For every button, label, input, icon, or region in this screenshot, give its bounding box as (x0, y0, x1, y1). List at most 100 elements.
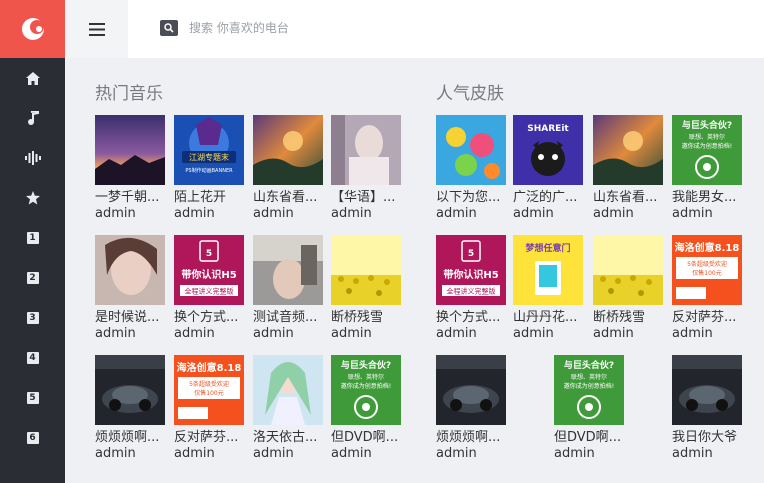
card-title[interactable]: 山东省看... (253, 189, 325, 206)
card-title[interactable]: 山丹丹花... (513, 309, 585, 326)
thumbnail-image[interactable] (253, 235, 323, 305)
station-card[interactable]: 山东省看... admin (593, 115, 663, 227)
thumbnail-image[interactable]: SHAREit (513, 115, 583, 185)
station-card[interactable]: 【华语】... admin (331, 115, 401, 227)
station-card[interactable]: SHAREit 广泛的广... admin (513, 115, 583, 227)
sidebar-item-channel-4[interactable]: 4 (0, 338, 65, 378)
thumbnail-image[interactable]: 与巨头合伙? 联想、英特尔 邀你成为创意拍档! (554, 355, 624, 425)
card-title[interactable]: 广泛的广... (513, 189, 585, 206)
card-author: admin (436, 446, 477, 461)
search-icon[interactable] (160, 20, 178, 36)
station-card[interactable]: 与巨头合伙? 联想、英特尔 邀你成为创意拍档! 我能男女... admin (672, 115, 742, 227)
svg-text:全程讲义完整版: 全程讲义完整版 (447, 287, 496, 296)
station-card[interactable]: 5 带你认识H5 全程讲义完整版换个方式... admin (436, 235, 506, 347)
svg-text:与巨头合伙?: 与巨头合伙? (564, 359, 614, 371)
station-card[interactable]: 江湖专题末 PS制作动画BANNER 陌上花开 admin (174, 115, 244, 227)
sidebar-item-channel-6[interactable]: 6 (0, 418, 65, 458)
logo-icon (21, 18, 44, 40)
station-card[interactable]: 我日你大爷 admin (672, 355, 742, 467)
thumbnail-image[interactable] (95, 115, 165, 185)
sidebar-item-star[interactable] (0, 178, 65, 218)
card-title[interactable]: 是时候说... (95, 309, 167, 326)
card-title[interactable]: 反对萨芬... (672, 309, 744, 326)
thumbnail-image[interactable] (593, 235, 663, 305)
card-title[interactable]: 断桥残雪 (331, 309, 403, 326)
thumbnail-image[interactable]: 海洛创意8.18 5条超级受欢迎 仅售100元 (174, 355, 244, 425)
station-card[interactable]: 洛天依古... admin (253, 355, 323, 467)
thumbnail-image[interactable]: 5 带你认识H5 全程讲义完整版 (174, 235, 244, 305)
station-card[interactable]: 是时候说... admin (95, 235, 165, 347)
search-input[interactable] (189, 17, 489, 39)
thumbnail-image[interactable] (95, 355, 165, 425)
card-author: admin (436, 326, 477, 341)
thumbnail-image[interactable] (331, 235, 401, 305)
thumbnail-image[interactable] (253, 115, 323, 185)
sidebar-item-channel-2[interactable]: 2 (0, 258, 65, 298)
station-card[interactable]: 海洛创意8.18 5条超级受欢迎 仅售100元 反对萨芬... admin (672, 235, 742, 347)
card-title[interactable]: 洛天依古... (253, 429, 325, 446)
svg-text:梦想任意门: 梦想任意门 (525, 242, 570, 254)
station-card[interactable]: 5 带你认识H5 全程讲义完整版换个方式... admin (174, 235, 244, 347)
svg-text:与巨头合伙?: 与巨头合伙? (341, 359, 391, 371)
card-title[interactable]: 以下为您... (436, 189, 508, 206)
thumbnail-image[interactable]: 梦想任意门 (513, 235, 583, 305)
card-title[interactable]: 我能男女... (672, 189, 744, 206)
station-card[interactable]: 烦烦烦啊... admin (95, 355, 165, 467)
card-author: admin (174, 206, 215, 221)
card-title[interactable]: 换个方式... (174, 309, 246, 326)
sidebar-item-channel-3[interactable]: 3 (0, 298, 65, 338)
station-card[interactable]: 以下为您... admin (436, 115, 506, 227)
thumbnail-image[interactable]: 与巨头合伙? 联想、英特尔 邀你成为创意拍档! (331, 355, 401, 425)
card-title[interactable]: 测试音频... (253, 309, 325, 326)
sidebar-item-music-note[interactable] (0, 98, 65, 138)
station-card[interactable]: 烦烦烦啊... admin (436, 355, 506, 467)
card-title[interactable]: 换个方式... (436, 309, 508, 326)
svg-text:仅售100元: 仅售100元 (194, 389, 223, 397)
card-title[interactable]: 山东省看... (593, 189, 665, 206)
card-title[interactable]: 但DVD啊... (331, 429, 403, 446)
thumbnail-image[interactable] (95, 235, 165, 305)
thumbnail-image[interactable] (331, 115, 401, 185)
card-title[interactable]: 但DVD啊... (554, 429, 626, 446)
station-card[interactable]: 与巨头合伙? 联想、英特尔 邀你成为创意拍档! 但DVD啊... admin (331, 355, 401, 467)
thumbnail-image[interactable]: 海洛创意8.18 5条超级受欢迎 仅售100元 (672, 235, 742, 305)
svg-text:5: 5 (468, 249, 474, 259)
hamburger-icon (88, 22, 105, 36)
card-title[interactable]: 【华语】... (331, 189, 403, 206)
card-title[interactable]: 烦烦烦啊... (436, 429, 508, 446)
thumbnail-image[interactable] (593, 115, 663, 185)
svg-text:仅售100元: 仅售100元 (692, 269, 721, 277)
thumbnail-image[interactable] (436, 115, 506, 185)
card-title[interactable]: 断桥残雪 (593, 309, 665, 326)
station-card[interactable]: 一梦千朝... admin (95, 115, 165, 227)
card-title[interactable]: 烦烦烦啊... (95, 429, 167, 446)
thumbnail-image[interactable]: 与巨头合伙? 联想、英特尔 邀你成为创意拍档! (672, 115, 742, 185)
station-card[interactable]: 与巨头合伙? 联想、英特尔 邀你成为创意拍档! 但DVD啊... admin (554, 355, 624, 467)
svg-text:海洛创意8.18: 海洛创意8.18 (675, 241, 740, 254)
station-card[interactable]: 断桥残雪 admin (593, 235, 663, 347)
thumbnail-image[interactable] (253, 355, 323, 425)
station-card[interactable]: 梦想任意门 山丹丹花... admin (513, 235, 583, 347)
sidebar-item-audio-wave[interactable] (0, 138, 65, 178)
card-author: admin (174, 326, 215, 341)
thumbnail-image[interactable]: 5 带你认识H5 全程讲义完整版 (436, 235, 506, 305)
station-card[interactable]: 测试音频... admin (253, 235, 323, 347)
app-logo[interactable] (0, 0, 65, 58)
sidebar-item-channel-5[interactable]: 5 (0, 378, 65, 418)
thumbnail-image[interactable] (672, 355, 742, 425)
card-title[interactable]: 反对萨芬... (174, 429, 246, 446)
thumbnail-image[interactable]: 江湖专题末 PS制作动画BANNER (174, 115, 244, 185)
station-card[interactable]: 海洛创意8.18 5条超级受欢迎 仅售100元 反对萨芬... admin (174, 355, 244, 467)
thumbnail-image[interactable] (436, 355, 506, 425)
card-title[interactable]: 陌上花开 (174, 189, 246, 206)
channel-1-icon: 1 (26, 232, 39, 244)
svg-text:SHAREit: SHAREit (527, 124, 569, 134)
sidebar-item-channel-1[interactable]: 1 (0, 218, 65, 258)
card-title[interactable]: 我日你大爷 (672, 429, 744, 446)
station-card[interactable]: 断桥残雪 admin (331, 235, 401, 347)
card-title[interactable]: 一梦千朝... (95, 189, 167, 206)
sidebar-item-home[interactable] (0, 58, 65, 98)
menu-button[interactable] (65, 0, 128, 58)
card-author: admin (95, 326, 136, 341)
station-card[interactable]: 山东省看... admin (253, 115, 323, 227)
